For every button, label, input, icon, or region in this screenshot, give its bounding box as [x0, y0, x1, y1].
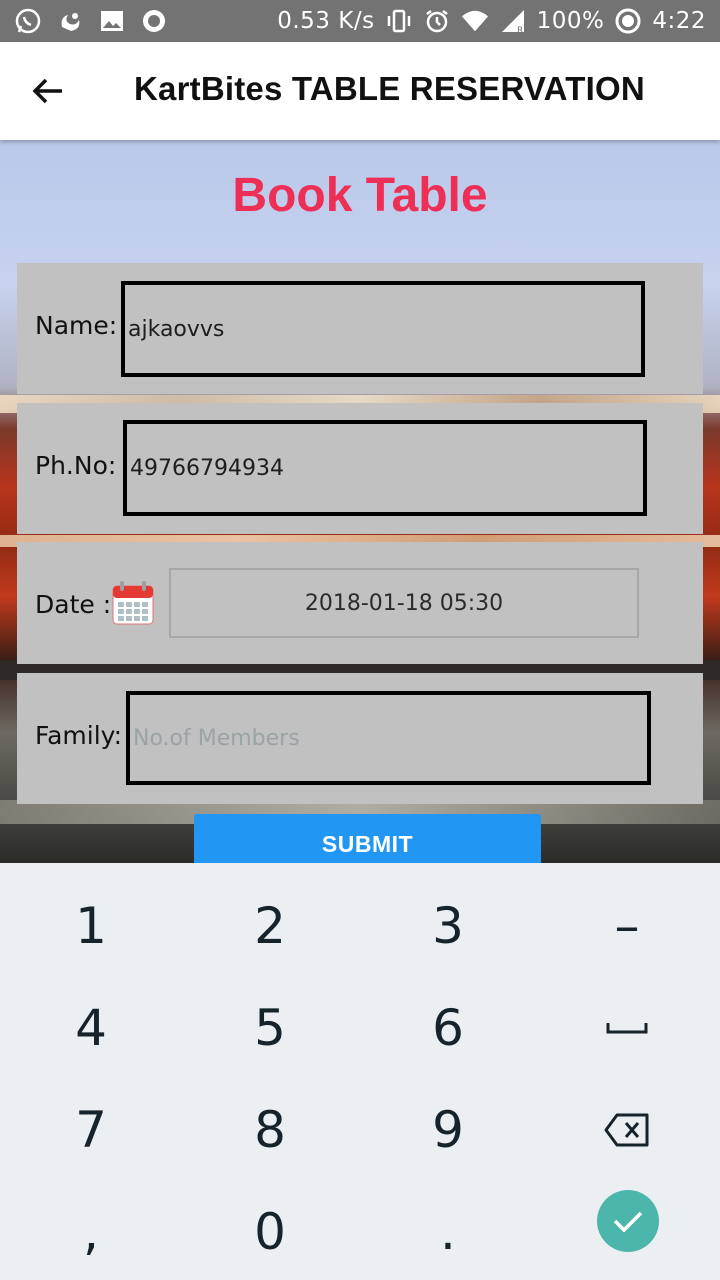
- date-label: Date :: [35, 590, 112, 619]
- family-label: Family:: [35, 721, 123, 750]
- signal-icon: R: [499, 7, 527, 35]
- svg-text:R: R: [517, 26, 523, 35]
- key-5[interactable]: 5: [180, 977, 360, 1079]
- alarm-icon: [423, 7, 451, 35]
- backspace-icon: [604, 1113, 649, 1147]
- date-picker-field[interactable]: 2018-01-18 05:30: [169, 568, 639, 638]
- submit-button[interactable]: SUBMIT: [194, 814, 541, 863]
- key-comma[interactable]: ,: [1, 1181, 181, 1280]
- page-title: KartBites TABLE RESERVATION: [134, 70, 645, 107]
- key-6[interactable]: 6: [358, 977, 538, 1079]
- phone-input[interactable]: 49766794934: [123, 420, 647, 516]
- form-screen: Book Table Name: ajkaovvs Ph.No: 4976679…: [0, 140, 720, 863]
- key-7[interactable]: 7: [1, 1079, 181, 1181]
- notification-icons: [14, 0, 168, 42]
- name-input[interactable]: ajkaovvs: [121, 281, 645, 377]
- key-period[interactable]: .: [358, 1181, 538, 1280]
- clock: 4:22: [652, 8, 706, 34]
- whatsapp-icon: [14, 7, 42, 35]
- name-label: Name:: [35, 311, 118, 340]
- phone-row: Ph.No: 49766794934: [17, 403, 703, 534]
- vibrate-icon: [385, 7, 413, 35]
- space-icon: [606, 1023, 648, 1034]
- wifi-icon: [461, 7, 489, 35]
- key-2[interactable]: 2: [180, 875, 360, 977]
- done-key[interactable]: [597, 1190, 659, 1252]
- key-1[interactable]: 1: [1, 875, 181, 977]
- key-0[interactable]: 0: [180, 1181, 360, 1280]
- key-3[interactable]: 3: [358, 875, 538, 977]
- record-icon: [140, 7, 168, 35]
- key-4[interactable]: 4: [1, 977, 181, 1079]
- calendar-icon[interactable]: [111, 580, 155, 626]
- key-space[interactable]: [537, 977, 717, 1079]
- key-backspace[interactable]: [537, 1079, 717, 1181]
- key-9[interactable]: 9: [358, 1079, 538, 1181]
- arrow-left-icon: [32, 78, 62, 104]
- date-row: Date : 2018-01-18 05:30: [17, 542, 703, 664]
- form-heading: Book Table: [232, 169, 488, 222]
- network-speed: 0.53 K/s: [277, 8, 375, 34]
- family-row: Family: No.of Members: [17, 673, 703, 804]
- battery-circle-icon: [614, 7, 642, 35]
- numeric-keyboard: 1 2 3 – 4 5 6 7 8 9 , 0 .: [0, 863, 720, 1280]
- image-icon: [98, 7, 126, 35]
- key-8[interactable]: 8: [180, 1079, 360, 1181]
- app-bar: KartBites TABLE RESERVATION: [0, 42, 720, 140]
- family-input[interactable]: No.of Members: [126, 691, 651, 785]
- status-bar: 0.53 K/s R 100% 4:22: [0, 0, 720, 42]
- name-row: Name: ajkaovvs: [17, 263, 703, 394]
- uc-browser-icon: [56, 7, 84, 35]
- checkmark-icon: [613, 1211, 643, 1233]
- key-dash[interactable]: –: [537, 875, 717, 977]
- phone-label: Ph.No:: [35, 451, 117, 480]
- back-button[interactable]: [26, 69, 70, 113]
- system-indicators: 0.53 K/s R 100% 4:22: [277, 0, 706, 42]
- battery-percent: 100%: [536, 8, 605, 34]
